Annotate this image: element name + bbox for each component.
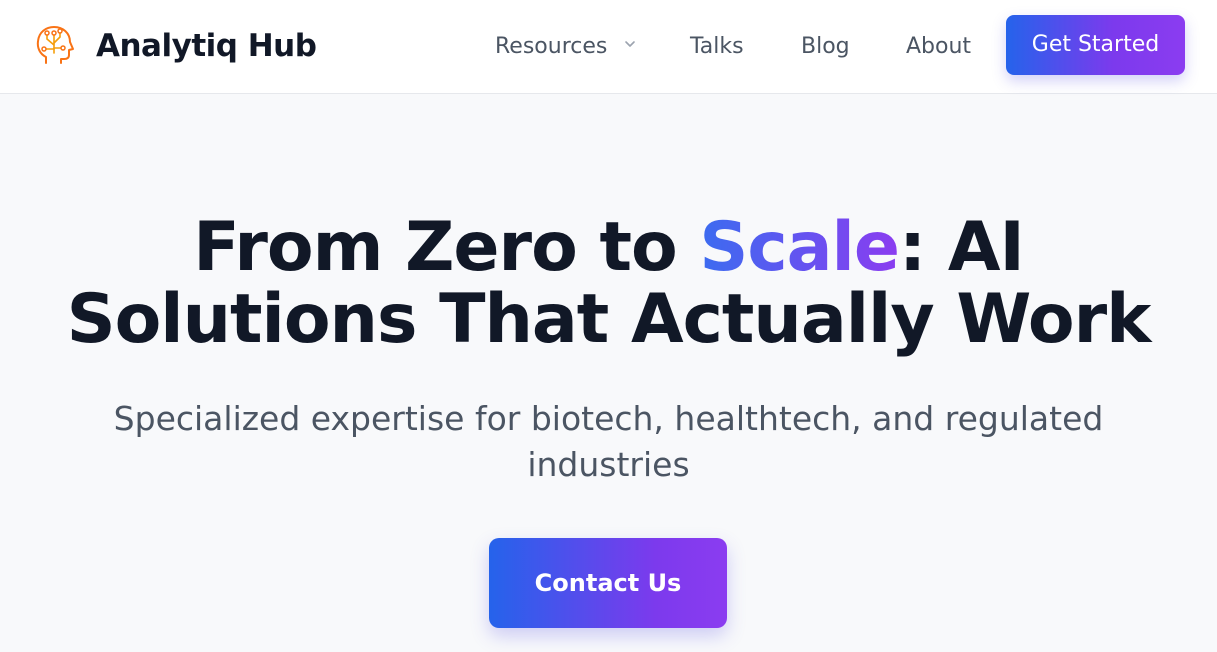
hero-subtitle: Specialized expertise for biotech, healt… (113, 399, 1104, 484)
hero-title-start: From Zero to (193, 208, 700, 287)
hero-title: From Zero to Scale: AI Solutions That Ac… (40, 212, 1177, 356)
top-navbar: Analytiq Hub Resources Talks Blog About … (0, 0, 1217, 94)
chevron-down-icon (625, 41, 636, 47)
nav-resources-dropdown[interactable]: Resources (495, 30, 636, 64)
nav-resources-label: Resources (495, 34, 608, 59)
nav-about-link[interactable]: About (906, 30, 971, 64)
contact-us-button[interactable]: Contact Us (489, 538, 727, 628)
get-started-button[interactable]: Get Started (1006, 15, 1185, 75)
hero-title-accent: Scale (699, 208, 900, 287)
nav-talks-link[interactable]: Talks (690, 30, 744, 64)
nav-blog-link[interactable]: Blog (801, 30, 850, 64)
